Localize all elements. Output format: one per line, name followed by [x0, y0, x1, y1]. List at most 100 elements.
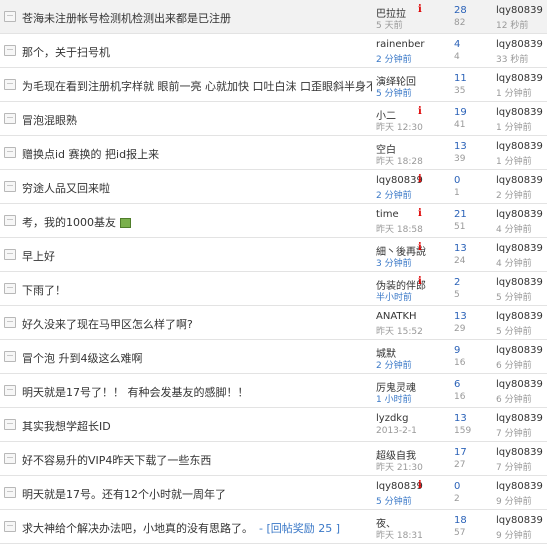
view-count: 16	[454, 358, 466, 368]
last-post-time[interactable]: 1 分钟前	[496, 154, 532, 167]
thread-author[interactable]: rainenber	[376, 39, 441, 50]
last-post-time[interactable]: 12 秒前	[496, 18, 528, 31]
last-poster[interactable]: lqy80839	[496, 175, 543, 186]
last-poster[interactable]: lqy80839	[496, 141, 543, 152]
thread-row[interactable]: 那个，关于扫号机 rainenber 2 分钟前 4 4 lqy80839 33 秒前	[0, 34, 547, 68]
reply-count[interactable]: 28	[454, 5, 467, 16]
thread-title[interactable]: 好久没来了现在马甲区怎么样了啊?	[22, 316, 372, 332]
thread-title[interactable]: 冒个泡 升到4级这么难啊	[22, 350, 372, 366]
last-post-time[interactable]: 4 分钟前	[496, 222, 532, 235]
last-poster[interactable]: lqy80839	[496, 277, 543, 288]
last-post-time[interactable]: 9 分钟前	[496, 494, 532, 507]
thread-title[interactable]: 赠换点id 赛换的 把id报上来	[22, 146, 372, 162]
thread-title[interactable]: 苍海未注册帐号检测机检测出来都是已注册	[22, 10, 372, 26]
last-poster[interactable]: lqy80839	[496, 379, 543, 390]
last-poster[interactable]: lqy80839	[496, 243, 543, 254]
smiley-icon	[120, 218, 131, 228]
thread-row[interactable]: 下雨了！ 伪装的伴郎 半小时前 i 2 5 lqy80839 5 分钟前	[0, 272, 547, 306]
reply-count[interactable]: 19	[454, 107, 467, 118]
last-poster[interactable]: lqy80839	[496, 5, 543, 16]
reply-count[interactable]: 21	[454, 209, 467, 220]
thread-author[interactable]: lqy80839	[376, 175, 441, 186]
reply-count[interactable]: 17	[454, 447, 467, 458]
last-poster[interactable]: lqy80839	[496, 107, 543, 118]
thread-title[interactable]: 穷途人品又回来啦	[22, 180, 372, 196]
last-poster[interactable]: lqy80839	[496, 209, 543, 220]
thread-row[interactable]: 为毛现在看到注册机字样就 眼前一亮 心就加快 口吐白沫 口歪眼斜半身不遂 演绎轮回…	[0, 68, 547, 102]
last-post-time[interactable]: 7 分钟前	[496, 426, 532, 439]
reply-count[interactable]: 13	[454, 243, 467, 254]
thread-row[interactable]: 明天就是17号了！！ 有种会发基友的感脚！！ 厉鬼灵魂 1 小时前 6 16 lqy808…	[0, 374, 547, 408]
reply-count[interactable]: 18	[454, 515, 467, 526]
info-flag-icon: i	[418, 174, 422, 185]
last-post-time[interactable]: 6 分钟前	[496, 358, 532, 371]
last-poster[interactable]: lqy80839	[496, 515, 543, 526]
reply-count[interactable]: 4	[454, 39, 460, 50]
thread-title[interactable]: 下雨了！	[22, 282, 372, 298]
thread-title[interactable]: 考，我的1000基友	[22, 214, 372, 230]
thread-title[interactable]: 早上好	[22, 248, 372, 264]
thread-row[interactable]: 好久没来了现在马甲区怎么样了啊? ANATKH 昨天 15:52 13 29 lqy808…	[0, 306, 547, 340]
thread-title[interactable]: 那个，关于扫号机	[22, 44, 372, 60]
thread-folder-icon	[4, 385, 16, 396]
last-poster[interactable]: lqy80839	[496, 39, 543, 50]
reply-count[interactable]: 9	[454, 345, 460, 356]
thread-folder-icon	[4, 215, 16, 226]
thread-row[interactable]: 其实我想学超长ID lyzdkg 2013-2-1 13 159 lqy80839 7 分钟…	[0, 408, 547, 442]
last-poster[interactable]: lqy80839	[496, 413, 543, 424]
thread-author[interactable]: ANATKH	[376, 311, 441, 322]
last-post-time[interactable]: 4 分钟前	[496, 256, 532, 269]
thread-row[interactable]: 明天就是17号。还有12个小时就一周年了 lqy80839 5 分钟前 i 0 2 lqy8…	[0, 476, 547, 510]
thread-row[interactable]: 穷途人品又回来啦 lqy80839 2 分钟前 i 0 1 lqy80839 2 分钟前	[0, 170, 547, 204]
reply-count[interactable]: 6	[454, 379, 460, 390]
last-post-time[interactable]: 5 分钟前	[496, 290, 532, 303]
thread-post-time: 5 分钟前	[376, 497, 412, 507]
thread-title[interactable]: 为毛现在看到注册机字样就 眼前一亮 心就加快 口吐白沫 口歪眼斜半身不遂	[22, 78, 372, 94]
last-poster[interactable]: lqy80839	[496, 311, 543, 322]
thread-row[interactable]: 赠换点id 赛换的 把id报上来 空白 昨天 18:28 13 39 lqy80839 1 …	[0, 136, 547, 170]
view-count: 35	[454, 86, 466, 96]
thread-folder-icon	[4, 453, 16, 464]
last-post-time[interactable]: 7 分钟前	[496, 460, 532, 473]
last-post-time[interactable]: 9 分钟前	[496, 528, 532, 541]
thread-post-time: 2 分钟前	[376, 191, 412, 201]
thread-title[interactable]: 明天就是17号了！！ 有种会发基友的感脚！！	[22, 384, 372, 400]
reply-count[interactable]: 0	[454, 481, 460, 492]
last-poster[interactable]: lqy80839	[496, 447, 543, 458]
view-count: 1	[454, 188, 460, 198]
reply-count[interactable]: 13	[454, 413, 467, 424]
thread-row[interactable]: 苍海未注册帐号检测机检测出来都是已注册 巴拉拉 5 天前 i 28 82 lqy80839 1…	[0, 0, 547, 34]
last-post-time[interactable]: 5 分钟前	[496, 324, 532, 337]
thread-author[interactable]: lyzdkg	[376, 413, 441, 424]
thread-row[interactable]: 好不容易升的VIP4昨天下载了一些东西 超级自我 昨天 21:30 17 27 lqy80…	[0, 442, 547, 476]
view-count: 159	[454, 426, 472, 436]
last-post-time[interactable]: 1 分钟前	[496, 86, 532, 99]
thread-post-time: 昨天 18:28	[376, 157, 423, 167]
thread-row[interactable]: 考，我的1000基友 time 昨天 18:58 i 21 51 lqy80839 4 分钟前	[0, 204, 547, 238]
last-post-time[interactable]: 1 分钟前	[496, 120, 532, 133]
last-poster[interactable]: lqy80839	[496, 73, 543, 84]
thread-title[interactable]: 好不容易升的VIP4昨天下载了一些东西	[22, 452, 372, 468]
thread-row[interactable]: 早上好 細丶後再說 3 分钟前 i 13 24 lqy80839 4 分钟前	[0, 238, 547, 272]
last-poster[interactable]: lqy80839	[496, 345, 543, 356]
thread-title[interactable]: 冒泡混眼熟	[22, 112, 372, 128]
last-post-time[interactable]: 6 分钟前	[496, 392, 532, 405]
thread-row[interactable]: 冒个泡 升到4级这么难啊 城默 2 分钟前 9 16 lqy80839 6 分钟前	[0, 340, 547, 374]
thread-post-time: 2 分钟前	[376, 361, 412, 371]
reply-count[interactable]: 0	[454, 175, 460, 186]
last-post-time[interactable]: 2 分钟前	[496, 188, 532, 201]
thread-author[interactable]: time	[376, 209, 441, 220]
thread-author[interactable]: lqy80839	[376, 481, 441, 492]
thread-title[interactable]: 其实我想学超长ID	[22, 418, 372, 434]
reply-count[interactable]: 11	[454, 73, 467, 84]
reply-count[interactable]: 13	[454, 311, 467, 322]
last-post-time[interactable]: 33 秒前	[496, 52, 528, 65]
view-count: 24	[454, 256, 466, 266]
reply-count[interactable]: 13	[454, 141, 467, 152]
bounty-label[interactable]: - [回帖奖励 25 ]	[259, 522, 340, 535]
thread-row[interactable]: 冒泡混眼熟 小二 昨天 12:30 i 19 41 lqy80839 1 分钟前	[0, 102, 547, 136]
thread-row[interactable]: 求大神给个解决办法吧，小地真的没有思路了。 - [回帖奖励 25 ] 夜、 昨天 18…	[0, 510, 547, 544]
last-poster[interactable]: lqy80839	[496, 481, 543, 492]
thread-title[interactable]: 求大神给个解决办法吧，小地真的没有思路了。 - [回帖奖励 25 ]	[22, 520, 372, 536]
reply-count[interactable]: 2	[454, 277, 460, 288]
